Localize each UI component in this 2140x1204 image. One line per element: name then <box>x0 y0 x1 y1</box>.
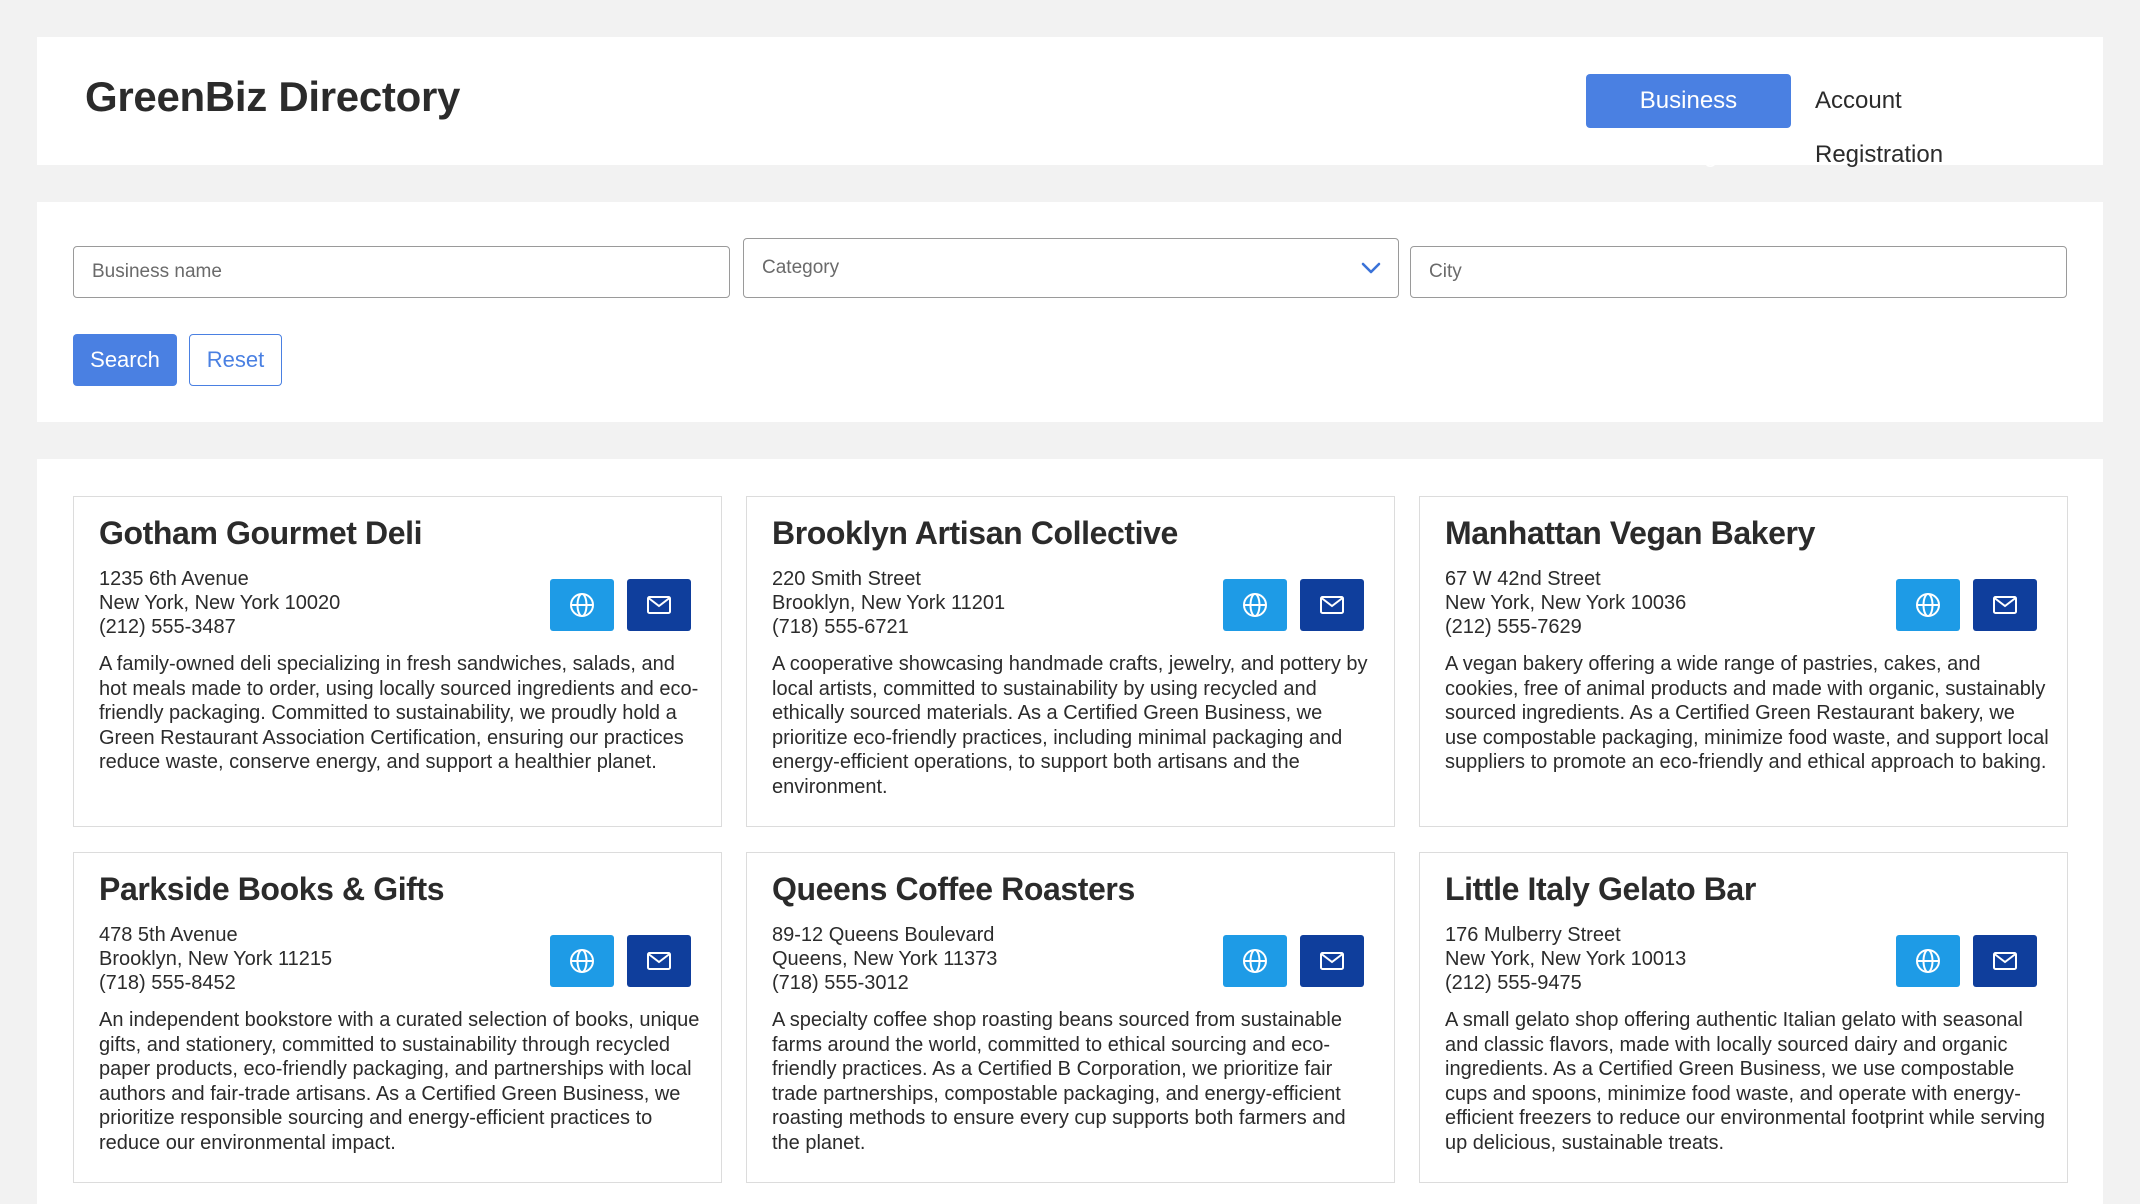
city-line: New York, New York 10020 <box>99 592 341 614</box>
business-name: Gotham Gourmet Deli <box>99 515 423 551</box>
city-line: New York, New York 10013 <box>1445 948 1687 970</box>
email-button[interactable] <box>627 935 691 987</box>
city-line: Brooklyn, New York 11215 <box>99 948 333 970</box>
business-description: A family-owned deli specializing in fres… <box>99 653 699 774</box>
street: 478 5th Avenue <box>99 924 238 946</box>
business-address: 478 5th Avenue Brooklyn, New York 11215 … <box>99 923 332 995</box>
mail-icon <box>1993 596 2017 614</box>
street: 220 Smith Street <box>772 568 921 590</box>
business-address: 1235 6th Avenue New York, New York 10020… <box>99 567 340 639</box>
mail-icon <box>1993 952 2017 970</box>
business-name: Brooklyn Artisan Collective <box>772 515 1178 551</box>
email-button[interactable] <box>627 579 691 631</box>
globe-icon <box>1243 949 1267 973</box>
app-title: GreenBiz Directory <box>85 73 461 120</box>
business-card: Brooklyn Artisan Collective 220 Smith St… <box>746 496 1395 827</box>
website-button[interactable] <box>550 579 614 631</box>
business-address: 89-12 Queens Boulevard Queens, New York … <box>772 923 997 995</box>
business-description: A vegan bakery offering a wide range of … <box>1445 653 2049 774</box>
city-input[interactable]: City <box>1410 246 2067 298</box>
email-button[interactable] <box>1973 935 2037 987</box>
website-button[interactable] <box>1896 935 1960 987</box>
street: 67 W 42nd Street <box>1445 568 1601 590</box>
website-button[interactable] <box>550 935 614 987</box>
email-button[interactable] <box>1973 579 2037 631</box>
street: 176 Mulberry Street <box>1445 924 1621 946</box>
business-name: Little Italy Gelato Bar <box>1445 871 1756 907</box>
business-name: Manhattan Vegan Bakery <box>1445 515 1815 551</box>
globe-icon <box>1916 593 1940 617</box>
business-address: 176 Mulberry Street New York, New York 1… <box>1445 923 1686 995</box>
website-button[interactable] <box>1223 579 1287 631</box>
business-address: 220 Smith Street Brooklyn, New York 1120… <box>772 567 1005 639</box>
mail-icon <box>647 596 671 614</box>
phone: (718) 555-3012 <box>772 972 909 994</box>
phone: (718) 555-8452 <box>99 972 236 994</box>
app-header: GreenBiz Directory Business Listings Acc… <box>37 37 2103 168</box>
listings-panel: Gotham Gourmet Deli 1235 6th Avenue New … <box>37 459 2103 1204</box>
search-button[interactable]: Search <box>73 334 177 386</box>
phone: (212) 555-3487 <box>99 616 236 638</box>
street: 89-12 Queens Boulevard <box>772 924 995 946</box>
business-name: Queens Coffee Roasters <box>772 871 1135 907</box>
business-description: A specialty coffee shop roasting beans s… <box>772 1009 1346 1154</box>
business-card: Queens Coffee Roasters 89-12 Queens Boul… <box>746 852 1395 1183</box>
business-name-input[interactable]: Business name <box>73 246 730 298</box>
mail-icon <box>647 952 671 970</box>
city-line: Brooklyn, New York 11201 <box>772 592 1006 614</box>
globe-icon <box>1916 949 1940 973</box>
phone: (212) 555-7629 <box>1445 616 1582 638</box>
reset-button[interactable]: Reset <box>189 334 282 386</box>
business-name: Parkside Books & Gifts <box>99 871 445 907</box>
globe-icon <box>570 949 594 973</box>
globe-icon <box>1243 593 1267 617</box>
mail-icon <box>1320 596 1344 614</box>
business-description: A small gelato shop offering authentic I… <box>1445 1009 2045 1154</box>
website-button[interactable] <box>1896 579 1960 631</box>
business-description: A cooperative showcasing handmade crafts… <box>772 653 1368 798</box>
phone: (212) 555-9475 <box>1445 972 1582 994</box>
search-panel: Business name Category City Search Reset <box>37 202 2103 422</box>
category-select[interactable]: Category <box>743 238 1399 298</box>
mail-icon <box>1320 952 1344 970</box>
nav-account-registration[interactable]: Account Registration <box>1803 74 2043 168</box>
globe-icon <box>570 593 594 617</box>
business-card: Gotham Gourmet Deli 1235 6th Avenue New … <box>73 496 722 827</box>
email-button[interactable] <box>1300 935 1364 987</box>
business-card: Parkside Books & Gifts 478 5th Avenue Br… <box>73 852 722 1183</box>
business-description: An independent bookstore with a curated … <box>99 1009 700 1154</box>
category-select-label: Category <box>762 257 840 278</box>
city-line: New York, New York 10036 <box>1445 592 1687 614</box>
city-line: Queens, New York 11373 <box>772 948 998 970</box>
phone: (718) 555-6721 <box>772 616 909 638</box>
website-button[interactable] <box>1223 935 1287 987</box>
nav-business-listings[interactable]: Business Listings <box>1586 74 1791 168</box>
email-button[interactable] <box>1300 579 1364 631</box>
street: 1235 6th Avenue <box>99 568 249 590</box>
business-card: Manhattan Vegan Bakery 67 W 42nd Street … <box>1419 496 2068 827</box>
chevron-down-icon <box>1361 262 1381 274</box>
business-card: Little Italy Gelato Bar 176 Mulberry Str… <box>1419 852 2068 1183</box>
business-address: 67 W 42nd Street New York, New York 1003… <box>1445 567 1686 639</box>
